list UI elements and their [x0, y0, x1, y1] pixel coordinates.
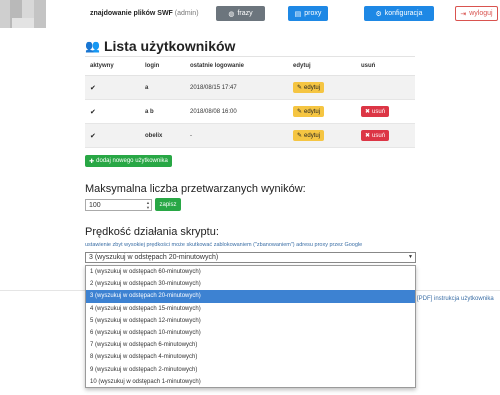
- speed-warning-note: ustawienie zbyt wysokiej prędkości może …: [85, 242, 363, 248]
- column-header: ostatnie logowanie: [185, 56, 288, 76]
- frazy-button[interactable]: ◍ frazy: [216, 6, 265, 21]
- delete-cell: [356, 75, 415, 100]
- pdf-link-label: [PDF] instrukcja użytkownika: [417, 296, 494, 302]
- delete-cell: ✖ usuń: [356, 123, 415, 148]
- delete-label: usuń: [372, 132, 386, 139]
- plus-icon: ✚: [89, 158, 95, 165]
- speed-select-value: 3 (wyszukuj w odstępach 20-minutowych): [89, 254, 219, 261]
- save-button[interactable]: zapisz: [155, 198, 181, 211]
- close-icon: ✖: [365, 109, 371, 115]
- globe-icon: ◍: [228, 10, 235, 18]
- table-row: ✔ a 2018/08/15 17:47 ✎ edytuj: [85, 75, 415, 100]
- speed-option-selected[interactable]: 3 (wyszukuj w odstępach 20-minutowych): [86, 290, 415, 303]
- column-header: usuń: [356, 56, 415, 76]
- delete-label: usuń: [372, 108, 386, 115]
- edit-icon: ✎: [297, 85, 303, 91]
- edit-icon: ✎: [297, 109, 303, 115]
- last-login-cell: 2018/08/15 17:47: [185, 75, 288, 100]
- proxy-label: proxy: [304, 10, 322, 17]
- edit-button[interactable]: ✎ edytuj: [293, 106, 325, 117]
- active-check-icon: ✔: [85, 99, 140, 124]
- edit-label: edytuj: [304, 84, 321, 91]
- add-user-label: dodaj nowego użytkownika: [96, 158, 168, 164]
- edit-label: edytuj: [304, 132, 321, 139]
- login-cell: a b: [140, 99, 185, 124]
- site-title: znajdowanie plików SWF (admin): [90, 10, 199, 17]
- speed-option[interactable]: 4 (wyszukuj w odstępach 15-minutowych): [86, 303, 415, 315]
- add-user-button[interactable]: ✚ dodaj nowego użytkownika: [85, 155, 172, 167]
- logout-label: wyloguj: [469, 10, 493, 17]
- last-login-cell: -: [185, 123, 288, 148]
- edit-button[interactable]: ✎ edytuj: [293, 130, 325, 141]
- pdf-manual-link[interactable]: [PDF] instrukcja użytkownika: [417, 296, 494, 302]
- table-row: ✔ a b 2018/08/08 16:00 ✎ edytuj ✖ usuń: [85, 99, 415, 124]
- close-icon: ✖: [365, 133, 371, 139]
- server-icon: ▤: [294, 10, 302, 18]
- active-check-icon: ✔: [85, 75, 140, 100]
- edit-icon: ✎: [297, 133, 303, 139]
- edit-label: edytuj: [304, 108, 321, 115]
- speed-select[interactable]: 3 (wyszukuj w odstępach 20-minutowych) ▼: [85, 252, 416, 263]
- login-cell: obelix: [140, 123, 185, 148]
- table-header-row: aktywny login ostatnie logowanie edytuj …: [85, 56, 415, 76]
- users-heading: 👥 Lista użytkowników: [85, 38, 235, 54]
- delete-cell: ✖ usuń: [356, 99, 415, 124]
- speed-option[interactable]: 8 (wyszukuj w odstępach 4-minutowych): [86, 351, 415, 363]
- speed-option[interactable]: 1 (wyszukuj w odstępach 60-minutowych): [86, 266, 415, 278]
- edit-button[interactable]: ✎ edytuj: [293, 82, 325, 93]
- edit-cell: ✎ edytuj: [288, 99, 356, 124]
- login-cell: a: [140, 75, 185, 100]
- max-results-title: Maksymalna liczba przetwarzanych wyników…: [85, 183, 306, 195]
- top-bar: znajdowanie plików SWF (admin) ◍ frazy ▤…: [0, 0, 500, 30]
- speed-option[interactable]: 5 (wyszukuj w odstępach 12-minutowych): [86, 315, 415, 327]
- speed-option[interactable]: 6 (wyszukuj w odstępach 10-minutowych): [86, 327, 415, 339]
- edit-cell: ✎ edytuj: [288, 123, 356, 148]
- chevron-down-icon: ▼: [408, 254, 413, 260]
- site-title-text: znajdowanie plików SWF: [90, 10, 173, 17]
- users-title: Lista użytkowników: [103, 38, 236, 54]
- logo-detail: [12, 18, 34, 28]
- speed-option[interactable]: 7 (wyszukuj w odstępach 6-minutowych): [86, 339, 415, 351]
- user-role: (admin): [174, 10, 199, 17]
- speed-dropdown-list: 1 (wyszukuj w odstępach 60-minutowych) 2…: [85, 265, 416, 388]
- speed-option[interactable]: 2 (wyszukuj w odstępach 30-minutowych): [86, 278, 415, 290]
- proxy-button[interactable]: ▤ proxy: [288, 6, 328, 21]
- frazy-label: frazy: [237, 10, 253, 17]
- max-results-input[interactable]: 100 ▲ ▼: [85, 199, 152, 211]
- speed-title: Prędkość działania skryptu:: [85, 226, 219, 238]
- konfiguracja-button[interactable]: ⚙ konfiguracja: [364, 6, 434, 21]
- delete-button[interactable]: ✖ usuń: [361, 130, 390, 141]
- users-icon: 👥: [85, 39, 100, 53]
- konfiguracja-label: konfiguracja: [384, 10, 423, 17]
- speed-option[interactable]: 9 (wyszukuj w odstępach 2-minutowych): [86, 364, 415, 376]
- logout-button[interactable]: ⇥ wyloguj: [455, 6, 498, 21]
- users-table: aktywny login ostatnie logowanie edytuj …: [85, 56, 415, 148]
- column-header: edytuj: [288, 56, 356, 76]
- gears-icon: ⚙: [375, 10, 382, 18]
- sign-out-icon: ⇥: [460, 10, 467, 18]
- max-results-value: 100: [89, 201, 101, 209]
- column-header: login: [140, 56, 185, 76]
- spinner-arrows-icon[interactable]: ▲ ▼: [145, 200, 151, 210]
- speed-option[interactable]: 10 (wyszukuj w odstępach 1-minutowych): [86, 376, 415, 388]
- table-row: ✔ obelix - ✎ edytuj ✖ usuń: [85, 123, 415, 148]
- delete-button[interactable]: ✖ usuń: [361, 106, 390, 117]
- column-header: aktywny: [85, 56, 140, 76]
- active-check-icon: ✔: [85, 123, 140, 148]
- edit-cell: ✎ edytuj: [288, 75, 356, 100]
- last-login-cell: 2018/08/08 16:00: [185, 99, 288, 124]
